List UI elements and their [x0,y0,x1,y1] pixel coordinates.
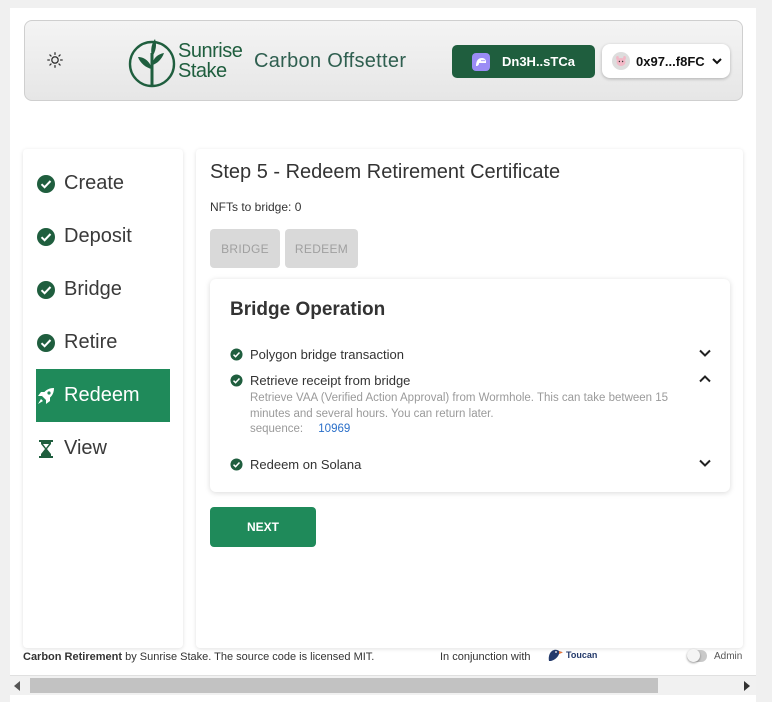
sidebar-item-label: Redeem [64,384,140,406]
scroll-right-icon[interactable] [744,681,750,691]
main-panel: Step 5 - Redeem Retirement Certificate N… [196,149,743,648]
check-circle-icon [36,174,56,194]
step-retrieve-receipt[interactable]: Retrieve receipt from bridge [230,371,712,389]
credit-bold: Carbon Retirement [23,651,123,663]
bridge-operation-card: Bridge Operation Polygon bridge transact… [210,279,730,492]
horizontal-scrollbar[interactable] [10,675,756,695]
rocket-icon [36,386,56,406]
sidebar-item-view[interactable]: View [36,422,170,475]
bridge-button[interactable]: BRIDGE [210,229,280,268]
app-window: Sunrise Stake Carbon Offsetter Dn3H..sTC… [10,8,756,702]
solana-wallet-button[interactable]: Dn3H..sTCa [452,45,595,78]
next-button[interactable]: NEXT [210,507,316,547]
redeem-button[interactable]: REDEEM [285,229,358,268]
toucan-logo[interactable]: Toucan [547,648,597,662]
wallet-address-label: Dn3H..sTCa [502,54,575,69]
check-circle-icon [36,333,56,353]
sidebar-item-label: View [64,437,107,459]
conjunction-text: In conjunction with [440,651,531,663]
step-label: Retrieve receipt from bridge [250,372,411,388]
footer: Carbon Retirement by Sunrise Stake. The … [23,648,756,671]
sidebar-item-label: Bridge [64,278,122,300]
chevron-down-icon[interactable] [698,346,712,360]
step-label: Redeem on Solana [250,456,362,472]
app-title: Carbon Offsetter [254,50,407,72]
header-bar: Sunrise Stake Carbon Offsetter Dn3H..sTC… [24,20,743,101]
sidebar-item-bridge[interactable]: Bridge [36,263,170,316]
sun-icon [47,52,63,68]
page-title: Step 5 - Redeem Retirement Certificate [210,161,561,183]
sequence-value[interactable]: 10969 [318,423,350,435]
step-polygon-bridge[interactable]: Polygon bridge transaction [230,345,712,363]
steps-sidebar: Create Deposit Bridge Retire Redeem View [23,149,183,648]
logo-line-2: Stake [178,60,227,82]
account-avatar-icon [612,52,630,70]
footer-credit: Carbon Retirement by Sunrise Stake. The … [23,651,374,663]
evm-address-label: 0x97...f8FC [636,53,705,69]
sequence-label: sequence: [250,423,304,435]
step-redeem-solana[interactable]: Redeem on Solana [230,455,712,473]
admin-label: Admin [714,651,743,662]
admin-toggle[interactable] [687,649,707,662]
scrollbar-thumb[interactable] [30,678,658,693]
check-circle-icon [230,457,243,471]
toucan-bird-icon [548,649,563,661]
phantom-wallet-icon [472,52,490,71]
sidebar-item-label: Retire [64,331,118,353]
nft-count-text: NFTs to bridge: 0 [210,200,302,214]
sunrise-stake-logo[interactable]: Sunrise Stake [128,35,244,89]
sprout-logo-icon [128,39,176,88]
card-title: Bridge Operation [230,299,386,320]
logo-wordmark: Sunrise Stake [178,40,243,82]
chevron-down-icon [711,58,722,65]
sidebar-item-deposit[interactable]: Deposit [36,210,170,263]
logo-line-1: Sunrise [178,40,243,62]
sidebar-item-create[interactable]: Create [36,157,170,210]
hourglass-icon [36,439,56,459]
theme-toggle-button[interactable] [39,44,71,76]
evm-account-button[interactable]: 0x97...f8FC [602,44,730,78]
credit-rest: by Sunrise Stake. The source code is lic… [122,651,375,663]
sidebar-item-retire[interactable]: Retire [36,316,170,369]
check-circle-icon [36,280,56,300]
sidebar-item-label: Deposit [64,225,132,247]
partner-name: Toucan [566,650,598,660]
sidebar-item-redeem[interactable]: Redeem [36,369,170,422]
step-description: Retrieve VAA (Verified Action Approval) … [250,392,669,420]
step-label: Polygon bridge transaction [250,346,404,362]
check-circle-icon [230,373,243,387]
chevron-up-icon[interactable] [698,372,712,386]
sequence-row: sequence: 10969 [250,423,350,435]
scroll-left-icon[interactable] [14,681,20,691]
check-circle-icon [36,227,56,247]
sidebar-item-label: Create [64,172,125,194]
chevron-down-icon[interactable] [698,456,712,470]
check-circle-icon [230,347,243,361]
